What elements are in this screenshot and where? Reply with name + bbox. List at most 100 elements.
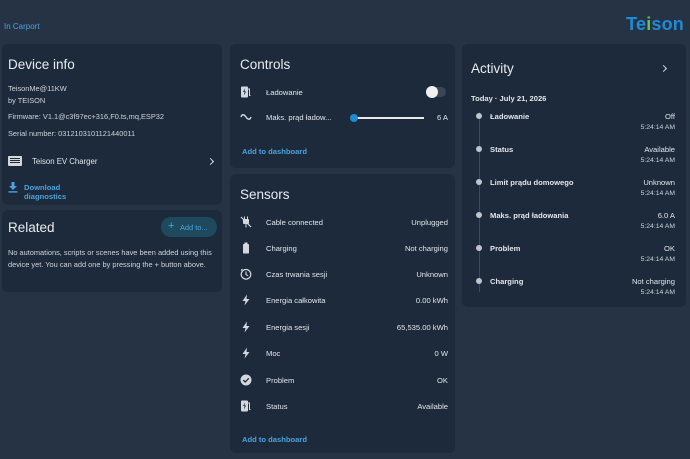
timeline-dot	[476, 179, 482, 185]
teison-logo: Teison	[626, 14, 684, 35]
activity-event[interactable]: Charging Not charging 5:24:14 AM	[475, 275, 678, 301]
event-state: Off	[665, 112, 675, 121]
event-time: 5:24:14 AM	[640, 190, 675, 197]
event-time: 5:24:14 AM	[640, 124, 675, 131]
charger-entry[interactable]: Teison EV Charger	[8, 155, 216, 169]
toggle-knob	[426, 86, 438, 98]
sensor-label: Charging	[266, 244, 297, 253]
related-title: Related	[8, 220, 55, 235]
sensors-card: Sensors Cable connected Unplugged Chargi…	[230, 174, 455, 453]
sensor-value: OK	[437, 376, 448, 385]
charging-toggle[interactable]	[426, 86, 446, 98]
sensor-row[interactable]: Czas trwania sesji Unknown	[240, 268, 448, 282]
chevron-right-icon	[206, 157, 215, 166]
charger-icon	[8, 156, 22, 166]
timer-icon	[240, 268, 252, 280]
related-empty-text: No automations, scripts or scenes have b…	[8, 248, 212, 269]
logo-text-a: Te	[626, 14, 647, 34]
event-state: 6.0 A	[657, 211, 675, 220]
sensors-add-to-dashboard[interactable]: Add to dashboard	[242, 435, 307, 444]
sensor-value: Not charging	[404, 244, 448, 253]
controls-card: Controls Ładowanie Maks. prąd ładow... 6…	[230, 44, 455, 168]
sensor-row[interactable]: Moc 0 W	[240, 347, 448, 361]
add-to-label: Add to...	[180, 223, 208, 232]
max-current-slider[interactable]	[350, 114, 424, 122]
controls-add-to-dashboard[interactable]: Add to dashboard	[242, 147, 307, 156]
event-name: Problem	[490, 244, 521, 253]
logo-text-b: son	[651, 14, 684, 34]
event-time: 5:24:14 AM	[640, 256, 675, 263]
event-time: 5:24:14 AM	[640, 223, 675, 230]
event-state: OK	[664, 244, 675, 253]
sensor-value: 0.00 kWh	[415, 296, 448, 305]
sensor-value: Available	[417, 402, 448, 411]
flash-icon	[240, 294, 252, 306]
event-state: Not charging	[631, 277, 675, 286]
related-card: Related + Add to... No automations, scri…	[2, 210, 222, 292]
sensor-label: Energia sesji	[266, 323, 310, 332]
event-time: 5:24:14 AM	[640, 157, 675, 164]
sensor-row[interactable]: Energia sesji 65,535.00 kWh	[240, 321, 448, 335]
control-label: Ładowanie	[266, 88, 303, 97]
sensor-value: Unplugged	[411, 218, 448, 227]
ev-station-icon	[240, 86, 252, 98]
activity-event[interactable]: Status Available 5:24:14 AM	[475, 143, 678, 169]
event-name: Limit prądu domowego	[490, 178, 574, 187]
event-name: Charging	[490, 277, 524, 286]
timeline-dot	[476, 113, 482, 119]
sensor-value: Unknown	[416, 270, 448, 279]
activity-card: Activity Today · July 21, 2026 Ładowanie…	[462, 44, 686, 307]
activity-title: Activity	[471, 61, 514, 76]
device-firmware: Firmware: V1.1@c3f97ec+316,F0.ts,mq,ESP3…	[8, 112, 165, 121]
sensor-row[interactable]: Energia całkowita 0.00 kWh	[240, 294, 448, 308]
sensor-row[interactable]: Problem OK	[240, 374, 448, 388]
control-label: Maks. prąd ładow...	[266, 113, 332, 122]
sensor-value: 0 W	[434, 349, 448, 358]
sensor-row[interactable]: Charging Not charging	[240, 242, 448, 256]
activity-event[interactable]: Ładowanie Off 5:24:14 AM	[475, 110, 678, 136]
event-name: Status	[490, 145, 514, 154]
event-name: Maks. prąd ładowania	[490, 211, 569, 220]
event-state: Unknown	[643, 178, 675, 187]
slider-knob[interactable]	[350, 114, 358, 122]
charger-label: Teison EV Charger	[32, 157, 98, 166]
timeline-dot	[476, 212, 482, 218]
control-row-ladowanie[interactable]: Ładowanie	[240, 86, 448, 100]
timeline-dot	[476, 146, 482, 152]
download-diagnostics-label: Download diagnostics	[24, 183, 67, 201]
battery-icon	[240, 242, 252, 254]
control-row-max-current: Maks. prąd ładow... 6 A	[240, 111, 448, 125]
control-value: 6 A	[437, 113, 448, 122]
ev-station-icon	[240, 400, 252, 412]
add-to-button[interactable]: + Add to...	[161, 217, 217, 237]
chevron-right-icon[interactable]	[659, 64, 668, 73]
sensor-row[interactable]: Cable connected Unplugged	[240, 216, 448, 230]
sensor-row[interactable]: Status Available	[240, 400, 448, 414]
event-state: Available	[644, 145, 675, 154]
power-plug-off-icon	[240, 216, 252, 228]
flash-icon	[240, 321, 252, 333]
download-icon	[8, 182, 18, 193]
activity-date: Today · July 21, 2026	[471, 94, 547, 103]
timeline-dot	[476, 278, 482, 284]
device-model: TeisonMe@11KW	[8, 84, 67, 93]
flash-icon	[240, 347, 252, 359]
sensor-label: Moc	[266, 349, 281, 358]
plus-icon: +	[168, 220, 175, 232]
sensor-label: Energia całkowita	[266, 296, 326, 305]
check-circle-icon	[240, 374, 252, 386]
sensor-value: 65,535.00 kWh	[396, 323, 448, 332]
sensor-label: Cable connected	[266, 218, 323, 227]
activity-event[interactable]: Limit prądu domowego Unknown 5:24:14 AM	[475, 176, 678, 202]
event-time: 5:24:14 AM	[640, 289, 675, 296]
sensor-label: Czas trwania sesji	[266, 270, 328, 279]
sensors-title: Sensors	[240, 187, 290, 202]
activity-event[interactable]: Problem OK 5:24:14 AM	[475, 242, 678, 268]
device-serial: Serial number: 0312103101121440011	[8, 129, 136, 138]
timeline-dot	[476, 245, 482, 251]
current-ac-icon	[240, 111, 252, 123]
breadcrumb[interactable]: In Carport	[4, 22, 40, 31]
event-name: Ładowanie	[490, 112, 530, 121]
activity-event[interactable]: Maks. prąd ładowania 6.0 A 5:24:14 AM	[475, 209, 678, 235]
device-info-card: Device info TeisonMe@11KW by TEISON Firm…	[2, 44, 222, 205]
